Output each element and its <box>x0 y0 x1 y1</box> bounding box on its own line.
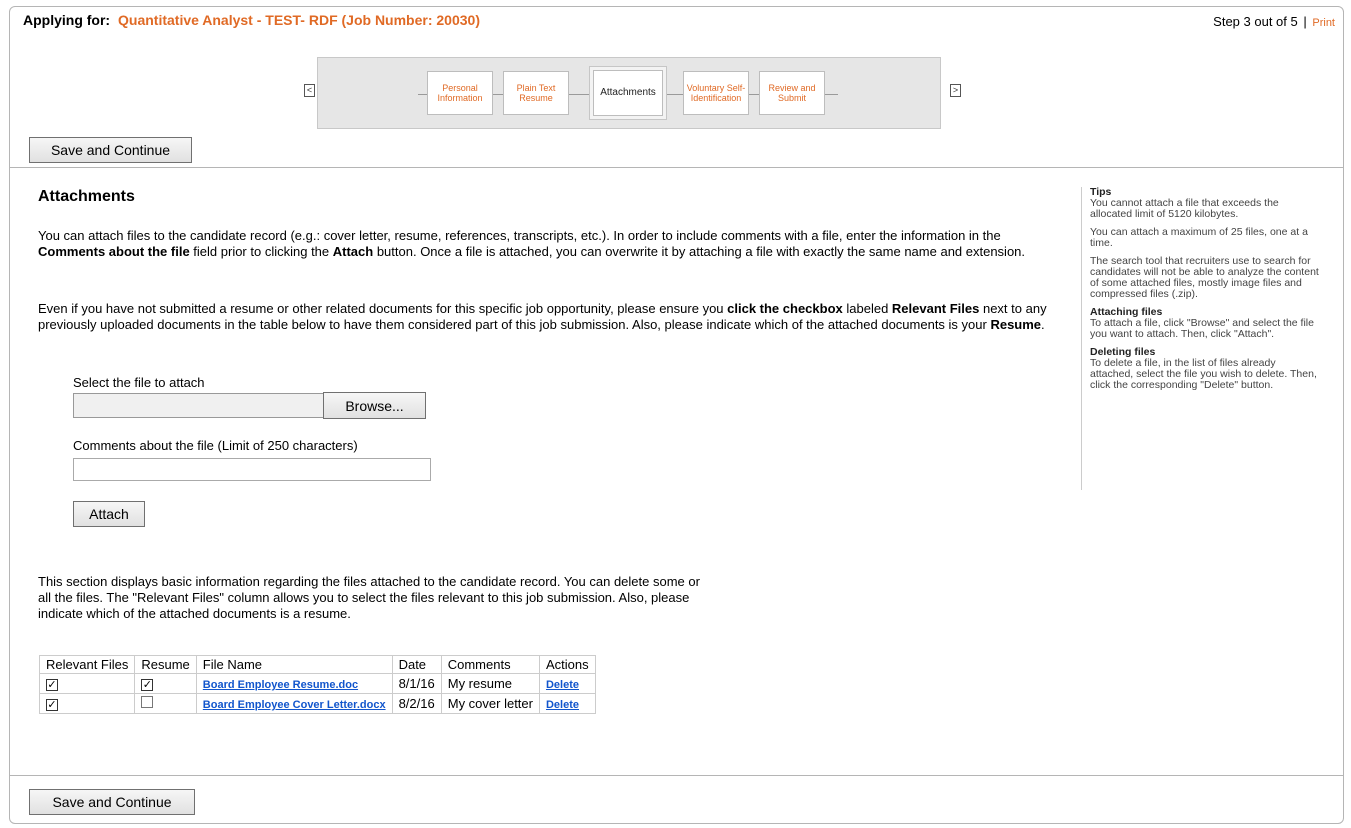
resume-checkbox-checked[interactable]: ✓ <box>141 679 154 691</box>
tip-search-tool: The search tool that recruiters use to s… <box>1090 255 1319 300</box>
deleting-files-text: To delete a file, in the list of files a… <box>1090 357 1317 391</box>
wizard-step-personal-information[interactable]: Personal Information <box>427 71 493 115</box>
wizard-next-arrow-icon[interactable]: > <box>950 84 961 97</box>
column-comments: Comments <box>440 655 540 674</box>
file-comments: My cover letter <box>440 693 540 714</box>
table-row: ✓ ✓ Board Employee Resume.doc 8/1/16 My … <box>38 673 596 694</box>
step-separator: | <box>1303 14 1307 29</box>
intro-text-1: You can attach files to the candidate re… <box>38 228 1001 243</box>
wizard-step-plain-text-resume[interactable]: Plain Text Resume <box>503 71 569 115</box>
column-date: Date <box>391 655 442 674</box>
wizard-step-voluntary-self-identification[interactable]: Voluntary Self-Identification <box>683 71 749 115</box>
divider-top <box>10 167 1343 168</box>
application-frame: Applying for: Quantitative Analyst - TES… <box>9 6 1344 824</box>
browse-button[interactable]: Browse... <box>323 392 426 419</box>
delete-link[interactable]: Delete <box>546 679 579 691</box>
step-text: Step 3 out of 5 <box>1213 14 1298 29</box>
wizard-step-attachments[interactable]: Attachments <box>593 70 663 116</box>
table-row: ✓ Board Employee Cover Letter.docx 8/2/1… <box>38 693 596 714</box>
file-path-input[interactable] <box>73 393 325 418</box>
file-name-link[interactable]: Board Employee Resume.doc <box>203 679 358 691</box>
column-file-name: File Name <box>195 655 393 674</box>
step-indicator: Step 3 out of 5 | Print <box>1213 14 1335 29</box>
intro-paragraph: You can attach files to the candidate re… <box>38 228 1063 260</box>
attach-button[interactable]: Attach <box>73 501 145 527</box>
file-name-link[interactable]: Board Employee Cover Letter.docx <box>203 699 386 711</box>
tips-panel: Tips You cannot attach a file that excee… <box>1081 187 1321 490</box>
relevant-bold-resume: Resume <box>990 317 1042 332</box>
intro-bold-comments: Comments about the file <box>38 244 190 259</box>
files-section-description: This section displays basic information … <box>38 574 700 621</box>
intro-text-3: button. Once a file is attached, you can… <box>373 244 1026 259</box>
file-date: 8/2/16 <box>391 693 442 714</box>
relevant-text-1: Even if you have not submitted a resume … <box>38 301 728 316</box>
applying-for-line: Applying for: Quantitative Analyst - TES… <box>23 12 480 28</box>
column-resume: Resume <box>134 655 197 674</box>
wizard-step-review-and-submit[interactable]: Review and Submit <box>759 71 825 115</box>
select-file-label: Select the file to attach <box>73 375 205 390</box>
page-title: Attachments <box>38 188 135 205</box>
comments-label: Comments about the file (Limit of 250 ch… <box>73 438 358 453</box>
attached-files-table: Relevant Files Resume File Name Date Com… <box>38 655 596 714</box>
comments-input[interactable] <box>73 458 431 481</box>
print-link[interactable]: Print <box>1312 17 1335 29</box>
intro-bold-attach: Attach <box>332 244 374 259</box>
resume-checkbox-unchecked[interactable] <box>141 696 154 708</box>
save-and-continue-button-bottom[interactable]: Save and Continue <box>29 789 195 815</box>
tip-max-files: You can attach a maximum of 25 files, on… <box>1090 226 1308 249</box>
relevant-text-2: labeled <box>842 301 892 316</box>
applying-label: Applying for: <box>23 12 111 28</box>
relevant-bold-checkbox: click the checkbox <box>727 301 843 316</box>
attaching-files-text: To attach a file, click "Browse" and sel… <box>1090 317 1314 340</box>
file-comments: My resume <box>440 673 540 694</box>
divider-bottom <box>10 775 1343 776</box>
wizard-prev-arrow-icon[interactable]: < <box>304 84 315 97</box>
file-date: 8/1/16 <box>391 673 442 694</box>
relevant-checkbox-checked[interactable]: ✓ <box>46 699 58 711</box>
job-title: Quantitative Analyst - TEST- RDF (Job Nu… <box>118 12 480 28</box>
tip-file-size: You cannot attach a file that exceeds th… <box>1090 197 1279 220</box>
save-and-continue-button-top[interactable]: Save and Continue <box>29 137 192 163</box>
intro-text-2: field prior to clicking the <box>189 244 333 259</box>
relevant-bold-relevant-files: Relevant Files <box>891 301 980 316</box>
relevant-files-paragraph: Even if you have not submitted a resume … <box>38 301 1063 333</box>
table-header-row: Relevant Files Resume File Name Date Com… <box>38 655 596 674</box>
delete-link[interactable]: Delete <box>546 699 579 711</box>
relevant-checkbox-checked[interactable]: ✓ <box>46 679 58 691</box>
progress-wizard: < > Personal Information Plain Text Resu… <box>304 57 961 129</box>
column-actions: Actions <box>538 655 596 674</box>
relevant-text-4: . <box>1041 317 1045 332</box>
column-relevant-files: Relevant Files <box>38 655 136 674</box>
